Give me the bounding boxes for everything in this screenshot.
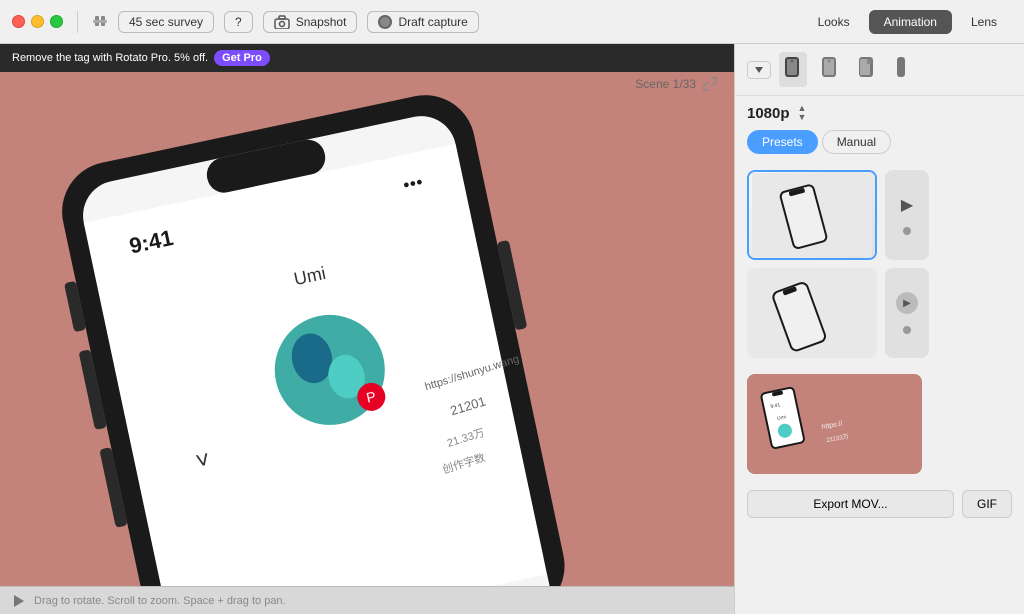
device-icon-back-center[interactable]	[815, 52, 843, 87]
resolution-bar: 1080p ▲ ▼	[735, 96, 1024, 126]
export-mov-button[interactable]: Export MOV...	[747, 490, 954, 518]
minimize-button[interactable]	[31, 15, 44, 28]
titlebar: 45 sec survey ? Snapshot Draft capture L…	[0, 0, 1024, 44]
presets-button[interactable]: Presets	[747, 130, 818, 154]
preview-card[interactable]: 9:41 Umi https:// 21133万	[747, 374, 922, 474]
close-button[interactable]	[12, 15, 25, 28]
manual-button[interactable]: Manual	[822, 130, 891, 154]
phone-canvas[interactable]: 9:41 ●●● Umi P	[0, 72, 734, 586]
draft-capture-icon	[378, 15, 392, 29]
tab-group: Looks Animation Lens	[803, 10, 1012, 34]
device-icon-group	[779, 52, 915, 87]
draft-capture-button[interactable]: Draft capture	[367, 11, 478, 33]
bottom-preview-section: 9:41 Umi https:// 21133万	[735, 366, 1024, 482]
panel-dropdown-button[interactable]	[747, 61, 771, 79]
right-panel: 1080p ▲ ▼ Presets Manual	[734, 44, 1024, 614]
bottom-bar: Drag to rotate. Scroll to zoom. Space + …	[0, 586, 734, 614]
presets-grid: ▶	[735, 162, 1024, 366]
maximize-button[interactable]	[50, 15, 63, 28]
preset-row-2: ▶	[747, 268, 1012, 358]
notification-bar: Remove the tag with Rotato Pro. 5% off. …	[0, 44, 734, 72]
tab-lens[interactable]: Lens	[956, 10, 1012, 34]
tab-animation[interactable]: Animation	[869, 10, 952, 34]
play-hint-icon[interactable]	[12, 594, 26, 608]
survey-label: 45 sec survey	[129, 15, 203, 29]
main-content: Remove the tag with Rotato Pro. 5% off. …	[0, 44, 1024, 614]
plugin-icon	[92, 14, 108, 30]
gif-button[interactable]: GIF	[962, 490, 1012, 518]
survey-button[interactable]: 45 sec survey	[118, 11, 214, 33]
separator	[77, 11, 78, 33]
phone-mockup: 9:41 ●●● Umi P	[0, 72, 734, 586]
draft-capture-label: Draft capture	[398, 15, 467, 29]
preset-controls-1: ▶	[885, 170, 929, 260]
snapshot-label: Snapshot	[296, 15, 347, 29]
cursor-icon[interactable]: ▶	[901, 195, 913, 215]
preset-thumb-2[interactable]	[747, 268, 877, 358]
get-pro-button[interactable]: Get Pro	[214, 50, 270, 66]
preset-controls-2: ▶	[885, 268, 929, 358]
tab-looks[interactable]: Looks	[803, 10, 865, 34]
resolution-stepper[interactable]: ▲ ▼	[798, 104, 807, 122]
device-icon-side[interactable]	[887, 52, 915, 87]
notification-message: Remove the tag with Rotato Pro. 5% off.	[12, 52, 208, 64]
device-icon-back-left[interactable]	[779, 52, 807, 87]
gif-label: GIF	[977, 497, 997, 511]
help-icon: ?	[235, 15, 242, 29]
export-row: Export MOV... GIF	[735, 482, 1024, 526]
snapshot-icon	[274, 15, 290, 29]
window-controls	[12, 15, 63, 28]
snapshot-button[interactable]: Snapshot	[263, 11, 358, 33]
dot-indicator-2	[903, 326, 911, 334]
panel-top-row	[735, 44, 1024, 96]
scene-title: Scene 1/33	[635, 77, 696, 91]
resolution-value: 1080p	[747, 105, 790, 122]
scene-title-bar: Scene 1/33	[635, 76, 718, 92]
play-button-2[interactable]: ▶	[896, 292, 918, 314]
export-mov-label: Export MOV...	[813, 497, 887, 511]
preset-row-1: ▶	[747, 170, 1012, 260]
dot-indicator-1	[903, 227, 911, 235]
help-button[interactable]: ?	[224, 11, 253, 33]
chevron-down-icon	[754, 65, 764, 75]
preview-area: Remove the tag with Rotato Pro. 5% off. …	[0, 44, 734, 614]
preset-thumb-1[interactable]	[747, 170, 877, 260]
bottom-hint: Drag to rotate. Scroll to zoom. Space + …	[34, 595, 286, 607]
expand-icon[interactable]	[702, 76, 718, 92]
device-icon-back-right[interactable]	[851, 52, 879, 87]
preset-manual-bar: Presets Manual	[735, 126, 1024, 162]
